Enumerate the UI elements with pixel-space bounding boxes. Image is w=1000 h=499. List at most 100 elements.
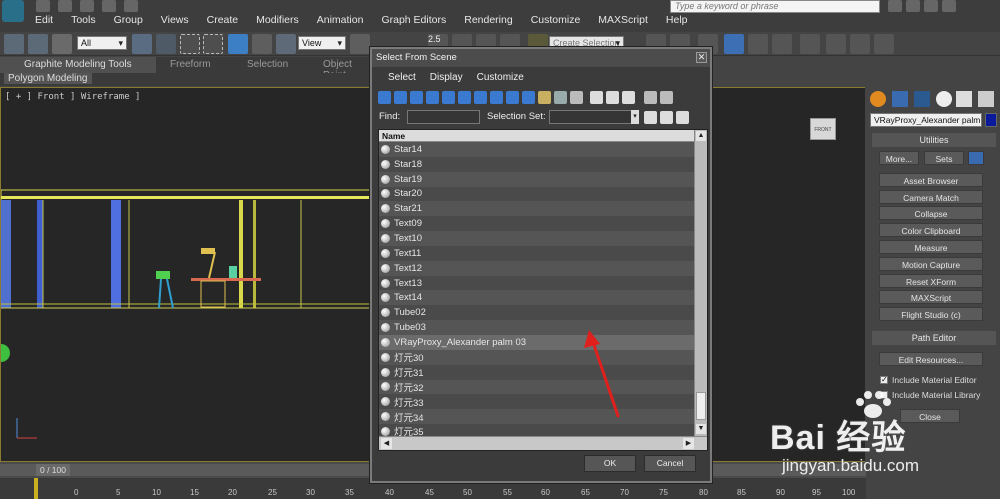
list-item[interactable]: 灯元30 (379, 349, 695, 365)
more-button[interactable]: More... (879, 151, 919, 165)
material-editor-icon[interactable] (800, 34, 820, 54)
dialog-menu-select[interactable]: Select (388, 69, 416, 87)
scrollbar-thumb[interactable] (696, 392, 706, 420)
path-editor-rollout-title[interactable]: Path Editor (872, 331, 996, 345)
reset-xform-button[interactable]: Reset XForm (879, 274, 983, 288)
curve-editor-icon[interactable] (748, 34, 768, 54)
motion-capture-button[interactable]: Motion Capture (879, 257, 983, 271)
favorites-star-icon[interactable] (924, 0, 938, 12)
cancel-button[interactable]: Cancel (644, 455, 696, 472)
list-item[interactable]: Tube02 (379, 305, 695, 320)
menu-views[interactable]: Views (152, 14, 198, 26)
menu-graph-editors[interactable]: Graph Editors (372, 14, 455, 26)
dialog-title[interactable]: Select From Scene (372, 49, 710, 67)
measure-button[interactable]: Measure (879, 240, 983, 254)
display-hidden-icon[interactable] (554, 91, 567, 104)
menu-edit[interactable]: Edit (26, 14, 62, 26)
collapse-button[interactable]: Collapse (879, 206, 983, 220)
menu-customize[interactable]: Customize (522, 14, 590, 26)
communication-center-icon[interactable] (906, 0, 920, 12)
list-item[interactable]: Star19 (379, 171, 695, 187)
menu-help[interactable]: Help (657, 14, 697, 26)
scroll-down-icon[interactable]: ▼ (696, 424, 706, 434)
list-item[interactable]: Star20 (379, 187, 695, 202)
help-icon[interactable] (942, 0, 956, 12)
pivot-center-icon[interactable] (350, 34, 370, 54)
menu-group[interactable]: Group (105, 14, 152, 26)
list-item[interactable]: 灯元34 (379, 409, 695, 425)
list-item[interactable]: 灯元31 (379, 365, 695, 380)
dialog-menu-display[interactable]: Display (430, 69, 463, 87)
create-tab-icon[interactable] (870, 91, 886, 107)
display-lights-icon[interactable] (410, 91, 423, 104)
tab-graphite-modeling-tools[interactable]: Graphite Modeling Tools (0, 57, 156, 73)
search-icon[interactable] (888, 0, 902, 12)
select-and-rotate-icon[interactable] (252, 34, 272, 54)
object-list[interactable]: Name Star14 Star18 Star19 Star20 Star21 … (378, 129, 708, 451)
utilities-rollout-title[interactable]: Utilities (872, 133, 996, 147)
undo-icon[interactable] (102, 0, 116, 12)
asset-browser-button[interactable]: Asset Browser (879, 173, 983, 187)
select-object-icon[interactable] (132, 34, 152, 54)
object-color-swatch[interactable] (985, 113, 997, 127)
list-item[interactable]: Star18 (379, 157, 695, 172)
edit-selection-set-icon[interactable] (644, 111, 657, 124)
display-containers-icon[interactable] (522, 91, 535, 104)
open-file-icon[interactable] (58, 0, 72, 12)
color-clipboard-button[interactable]: Color Clipboard (879, 223, 983, 237)
remove-selection-set-icon[interactable] (676, 111, 689, 124)
close-icon[interactable]: ✕ (696, 52, 707, 63)
tab-polygon-modeling[interactable]: Polygon Modeling (4, 73, 92, 84)
select-and-move-icon[interactable] (228, 34, 248, 54)
find-input[interactable] (407, 110, 480, 124)
window-crossing-icon[interactable] (203, 34, 223, 54)
display-space-warps-icon[interactable] (458, 91, 471, 104)
menu-tools[interactable]: Tools (62, 14, 105, 26)
motion-tab-icon[interactable] (936, 91, 952, 107)
search-input[interactable]: Type a keyword or phrase (670, 0, 880, 13)
display-geometry-icon[interactable] (378, 91, 391, 104)
render-setup-icon[interactable] (826, 34, 846, 54)
filter-icon[interactable] (644, 91, 657, 104)
selection-filter-dropdown[interactable]: All (77, 36, 127, 50)
dialog-menu-customize[interactable]: Customize (477, 69, 524, 87)
menu-maxscript[interactable]: MAXScript (589, 14, 657, 26)
list-item[interactable]: Text09 (379, 216, 695, 231)
flight-studio-button[interactable]: Flight Studio (c) (879, 307, 983, 321)
schematic-view-icon[interactable] (772, 34, 792, 54)
select-invert-icon[interactable] (622, 91, 635, 104)
list-item[interactable]: Star14 (379, 142, 695, 157)
hierarchy-tab-icon[interactable] (914, 91, 930, 107)
scroll-right-icon[interactable]: ▶ (683, 438, 694, 449)
include-material-editor-row[interactable]: ✓ Include Material Editor (880, 375, 977, 385)
app-logo-icon[interactable] (2, 0, 24, 22)
utilities-tab-icon[interactable] (978, 91, 994, 107)
camera-match-button[interactable]: Camera Match (879, 190, 983, 204)
chevron-down-icon[interactable]: ▾ (631, 110, 639, 124)
include-material-editor-checkbox[interactable]: ✓ (880, 376, 888, 384)
object-name-field[interactable]: VRayProxy_Alexander palm 0 (870, 113, 982, 127)
ok-button[interactable]: OK (584, 455, 636, 472)
display-tab-icon[interactable] (956, 91, 972, 107)
list-item[interactable]: Text11 (379, 246, 695, 261)
configure-sets-icon[interactable] (968, 151, 984, 165)
menu-modifiers[interactable]: Modifiers (247, 14, 308, 26)
select-none-icon[interactable] (606, 91, 619, 104)
link-icon[interactable] (4, 34, 24, 54)
viewcube-icon[interactable]: FRONT (810, 118, 836, 140)
list-item[interactable]: Tube03 (379, 320, 695, 335)
display-helpers-icon[interactable] (442, 91, 455, 104)
sets-button[interactable]: Sets (924, 151, 964, 165)
list-item[interactable]: 灯元33 (379, 394, 695, 409)
select-and-scale-icon[interactable] (276, 34, 296, 54)
select-by-name-icon[interactable] (156, 34, 176, 54)
display-shapes-icon[interactable] (394, 91, 407, 104)
vertical-scrollbar[interactable]: ▲ ▼ (694, 130, 707, 436)
scroll-up-icon[interactable]: ▲ (696, 131, 706, 141)
menu-create[interactable]: Create (198, 14, 248, 26)
horizontal-scrollbar[interactable]: ◀ ▶ (379, 436, 707, 450)
selection-set-dropdown[interactable] (549, 110, 637, 124)
tab-freeform[interactable]: Freeform (170, 59, 211, 70)
display-all-icon[interactable] (570, 91, 583, 104)
rendered-frame-window-icon[interactable] (850, 34, 870, 54)
